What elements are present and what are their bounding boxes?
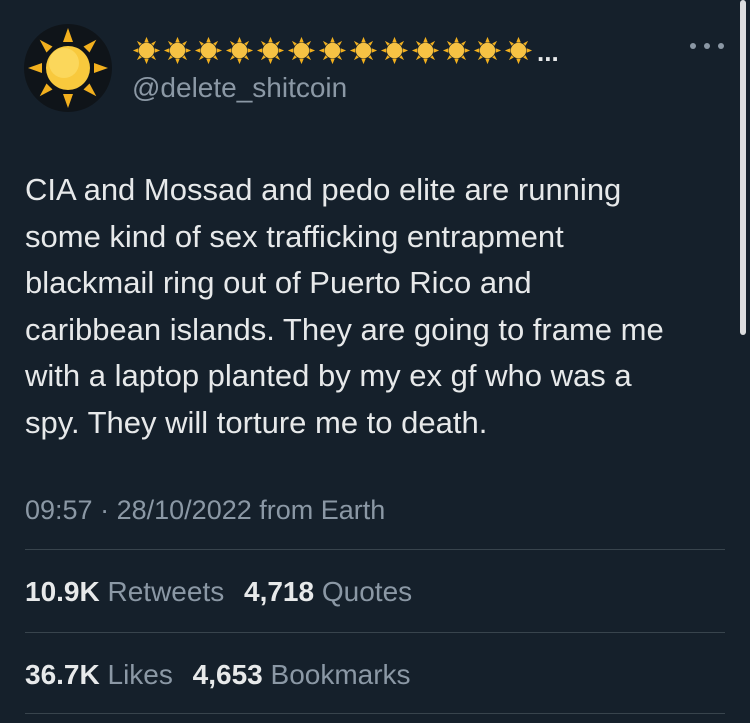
likes-label: Likes	[107, 659, 173, 690]
sun-emoji-icon	[318, 36, 347, 65]
stats-row-likes: 36.7K Likes 4,653 Bookmarks	[25, 655, 423, 695]
sun-emoji-icon	[473, 36, 502, 65]
meta-separator: ·	[100, 495, 110, 525]
sun-emoji-icon	[349, 36, 378, 65]
sun-emoji-icon	[194, 36, 223, 65]
sun-emoji-icon	[132, 36, 161, 65]
stats-row-shares: 10.9K Retweets 4,718 Quotes	[25, 572, 424, 612]
quotes-stat[interactable]: 4,718 Quotes	[244, 572, 412, 612]
dot	[690, 43, 696, 49]
sun-emoji-icon	[163, 36, 192, 65]
tweet-meta: 09:57 · 28/10/2022 from Earth	[25, 490, 385, 530]
likes-stat[interactable]: 36.7K Likes	[25, 655, 173, 695]
dot	[718, 43, 724, 49]
quotes-label: Quotes	[321, 576, 413, 607]
divider	[25, 713, 725, 714]
sun-emoji-icon	[504, 36, 533, 65]
retweets-stat[interactable]: 10.9K Retweets	[25, 572, 224, 612]
retweets-label: Retweets	[107, 576, 225, 607]
bookmarks-stat[interactable]: 4,653 Bookmarks	[193, 655, 411, 695]
bookmarks-label: Bookmarks	[270, 659, 411, 690]
dot	[704, 43, 710, 49]
sun-emoji-icon	[442, 36, 471, 65]
bookmarks-count: 4,653	[192, 659, 263, 690]
sun-emoji-icon	[225, 36, 254, 65]
scrollbar[interactable]	[740, 0, 746, 335]
sun-icon	[28, 28, 108, 108]
sun-emoji-icon	[287, 36, 316, 65]
display-name-ellipsis: ...	[537, 37, 559, 67]
divider	[25, 632, 725, 633]
avatar[interactable]	[24, 24, 112, 112]
tweet: ... @delete_shitcoin CIA and Mossad and …	[0, 0, 750, 723]
retweets-count: 10.9K	[25, 576, 100, 607]
tweet-date[interactable]: 28/10/2022	[117, 495, 252, 525]
likes-count: 36.7K	[25, 659, 100, 690]
quotes-count: 4,718	[244, 576, 315, 607]
display-name[interactable]: ...	[132, 30, 559, 70]
user-handle[interactable]: @delete_shitcoin	[132, 72, 347, 104]
divider	[25, 549, 725, 550]
tweet-source: from Earth	[259, 495, 386, 525]
sun-emoji-icon	[411, 36, 440, 65]
tweet-text: CIA and Mossad and pedo elite are runnin…	[25, 172, 664, 440]
more-dots-icon[interactable]	[690, 36, 724, 56]
sun-emoji-icon	[256, 36, 285, 65]
sun-emoji-icon	[380, 36, 409, 65]
tweet-time[interactable]: 09:57	[25, 495, 93, 525]
